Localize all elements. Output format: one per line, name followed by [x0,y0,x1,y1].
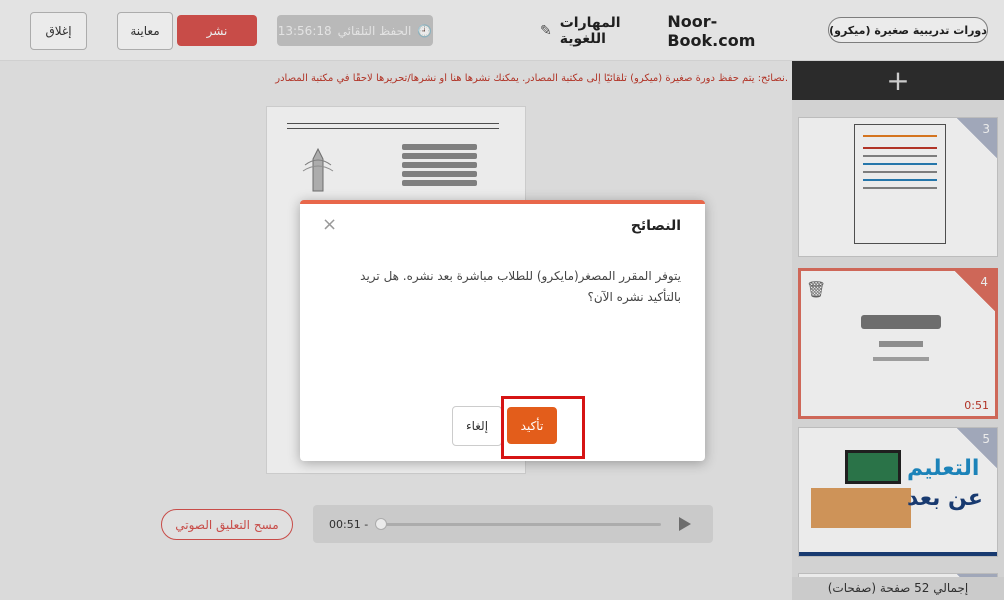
dialog-title: النصائح [630,218,681,234]
confirm-highlight-box [501,396,585,459]
close-icon[interactable]: × [322,214,337,235]
dialog-message: يتوفر المقرر المصغر(مايكرو) للطلاب مباشر… [360,269,681,304]
editor-app: إغلاق معاينة نشر 13:56:18 الحفظ التلقائي… [0,0,1004,600]
cancel-button[interactable]: إلغاء [452,406,502,446]
